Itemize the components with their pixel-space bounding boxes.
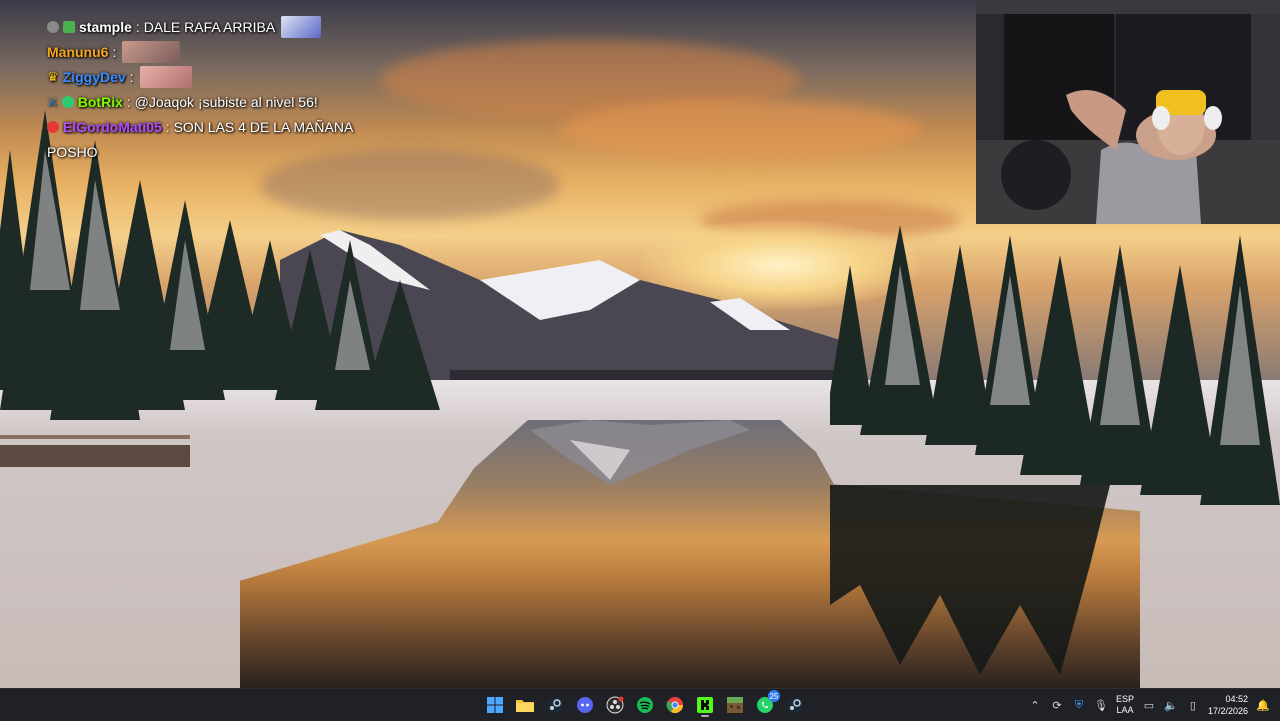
volume-icon[interactable]: 🔈 xyxy=(1164,698,1178,712)
stream-chat-overlay: stample : DALE RAFA ARRIBA Manunu6 : ♛ Z… xyxy=(47,14,467,164)
chat-text: : SON LAS 4 DE LA MAÑANA xyxy=(165,118,354,135)
webcam-feed xyxy=(976,0,1280,224)
kick-button[interactable] xyxy=(692,692,718,718)
windows-icon xyxy=(487,697,503,713)
clock-date: 17/2/2026 xyxy=(1207,706,1248,716)
steam-icon xyxy=(547,697,563,713)
keyboard-layout: LAA xyxy=(1116,705,1134,715)
shield-icon[interactable]: ⛨ xyxy=(1072,698,1086,712)
steam-button-2[interactable] xyxy=(782,692,808,718)
emote-image xyxy=(281,15,322,38)
steam-icon xyxy=(787,697,803,713)
chat-message: ElGordoMati05 : SON LAS 4 DE LA MAÑANA xyxy=(47,114,467,139)
chat-message: Manunu6 : xyxy=(47,39,467,64)
chevron-up-icon[interactable]: ⌃ xyxy=(1028,698,1042,712)
chat-badge xyxy=(47,20,59,33)
whatsapp-button[interactable]: 25 xyxy=(752,690,780,718)
webcam-image xyxy=(976,0,1280,224)
chrome-button[interactable] xyxy=(662,692,688,718)
file-explorer-button[interactable] xyxy=(512,692,538,718)
language-code: ESP xyxy=(1115,694,1134,704)
verified-icon xyxy=(61,95,74,108)
network-icon[interactable]: ▭ xyxy=(1142,698,1156,712)
forest-reflection xyxy=(830,485,1110,675)
chat-message: stample : DALE RAFA ARRIBA xyxy=(47,14,467,39)
folder-icon xyxy=(516,700,534,712)
chat-message: ♛ ZiggyDev : xyxy=(47,64,467,89)
chat-username: ElGordoMati05 xyxy=(63,118,162,135)
obs-button[interactable] xyxy=(602,692,628,718)
chat-message: ⚔ BotRix : @Joaqok ¡subiste al nivel 56! xyxy=(47,89,467,114)
steam-button[interactable] xyxy=(542,692,568,718)
microphone-icon[interactable]: 🎙 xyxy=(1094,698,1108,712)
clock-time: 04:52 xyxy=(1225,694,1248,704)
chat-username: ZiggyDev xyxy=(62,68,126,85)
kick-icon xyxy=(697,697,713,713)
notification-badge: 25 xyxy=(768,690,780,702)
chat-text: POSHO xyxy=(47,143,98,160)
minecraft-icon xyxy=(727,697,743,713)
system-tray: ⌃ ⟳ ⛨ 🎙 ESP LAA ▭ 🔈 ▯ 04:52 17/2/2026 🔔 xyxy=(1028,689,1280,721)
battery-icon[interactable]: ▯ xyxy=(1186,698,1200,712)
sync-icon[interactable]: ⟳ xyxy=(1050,698,1064,712)
chat-text: : xyxy=(112,43,117,60)
right-forest xyxy=(830,225,1280,505)
chat-username: stample xyxy=(79,18,132,35)
discord-icon xyxy=(577,697,593,713)
emote-image xyxy=(139,65,192,88)
chat-text: : DALE RAFA ARRIBA xyxy=(135,18,276,35)
crown-icon: ♛ xyxy=(47,68,59,84)
clock[interactable]: 04:52 17/2/2026 xyxy=(1208,693,1248,717)
chat-badge xyxy=(47,120,59,133)
spotify-icon xyxy=(637,697,653,713)
chat-username: Manunu6 xyxy=(47,43,109,60)
chrome-icon xyxy=(666,697,684,714)
sword-icon: ⚔ xyxy=(47,94,58,109)
discord-button[interactable] xyxy=(572,692,598,718)
taskbar: 25 ⌃ ⟳ ⛨ 🎙 ESP LAA ▭ 🔈 ▯ 04:52 17/2/2026… xyxy=(0,688,1280,721)
mountain-reflection xyxy=(530,420,750,485)
minecraft-button[interactable] xyxy=(722,692,748,718)
obs-icon xyxy=(606,696,624,714)
taskbar-apps: 25 xyxy=(482,689,808,721)
notification-bell-icon[interactable]: 🔔 xyxy=(1256,698,1270,712)
chat-message: POSHO xyxy=(47,139,467,164)
chat-text: : xyxy=(129,68,134,85)
spotify-button[interactable] xyxy=(632,692,658,718)
chat-text: : @Joaqok ¡subiste al nivel 56! xyxy=(126,93,318,110)
start-button[interactable] xyxy=(482,692,508,718)
chat-badge xyxy=(63,20,75,33)
chat-username: BotRix xyxy=(77,93,123,110)
emote-image xyxy=(122,40,181,63)
cloud xyxy=(560,100,920,160)
language-indicator[interactable]: ESP LAA xyxy=(1116,694,1134,716)
